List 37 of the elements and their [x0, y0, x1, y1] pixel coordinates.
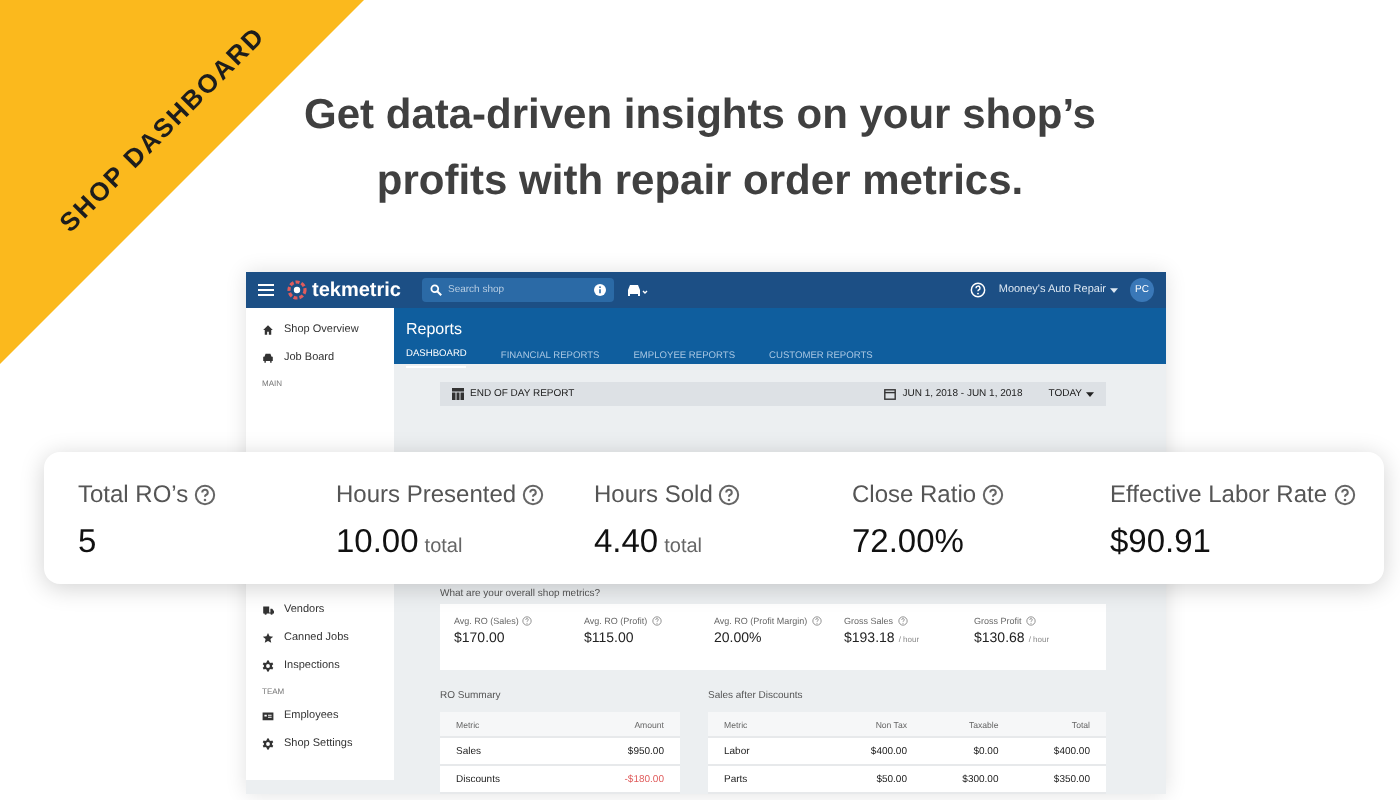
help-icon[interactable] [1333, 483, 1356, 505]
headline: profits with repair order metrics. [376, 156, 1024, 208]
page-title: Reports [406, 320, 465, 338]
kpi-unit: total [424, 536, 463, 558]
help-icon[interactable] [718, 483, 741, 505]
kpi-label: Hours Presented [336, 480, 517, 508]
kpi-label: Effective Labor Rate [1110, 480, 1328, 508]
truck-icon [262, 604, 274, 616]
report-icon [452, 388, 464, 400]
star-icon [262, 632, 274, 644]
kpi-value: 10.00 [336, 524, 419, 562]
search-icon [430, 284, 442, 296]
help-icon[interactable] [194, 483, 217, 505]
kpi-value: $90.91 [1110, 524, 1211, 562]
kpi-label: Close Ratio [852, 480, 977, 508]
gear-icon [262, 660, 274, 672]
caret-icon [1110, 287, 1118, 293]
menu-icon[interactable] [258, 284, 274, 296]
logo-text: tekmetric [312, 279, 401, 301]
logo-icon [286, 280, 308, 300]
info-icon[interactable] [594, 284, 606, 296]
calendar-icon [884, 388, 897, 400]
car-icon [262, 352, 274, 364]
kpi-unit: total [664, 536, 703, 558]
kpi-value: 5 [78, 524, 97, 562]
kpi-label: Hours Sold [594, 480, 713, 508]
kpi-value: 4.40 [594, 524, 659, 562]
headline: Get data-driven insights on your shop’s [304, 90, 1096, 142]
car-icon[interactable] [626, 283, 648, 297]
kpi-value: 72.00% [852, 524, 964, 562]
gear-icon [262, 738, 274, 750]
id-card-icon [262, 710, 274, 722]
home-icon [262, 324, 274, 336]
kpi-label: Total RO’s [78, 480, 189, 508]
caret-icon [1086, 391, 1094, 397]
help-icon[interactable] [522, 483, 545, 505]
help-icon[interactable] [982, 483, 1005, 505]
